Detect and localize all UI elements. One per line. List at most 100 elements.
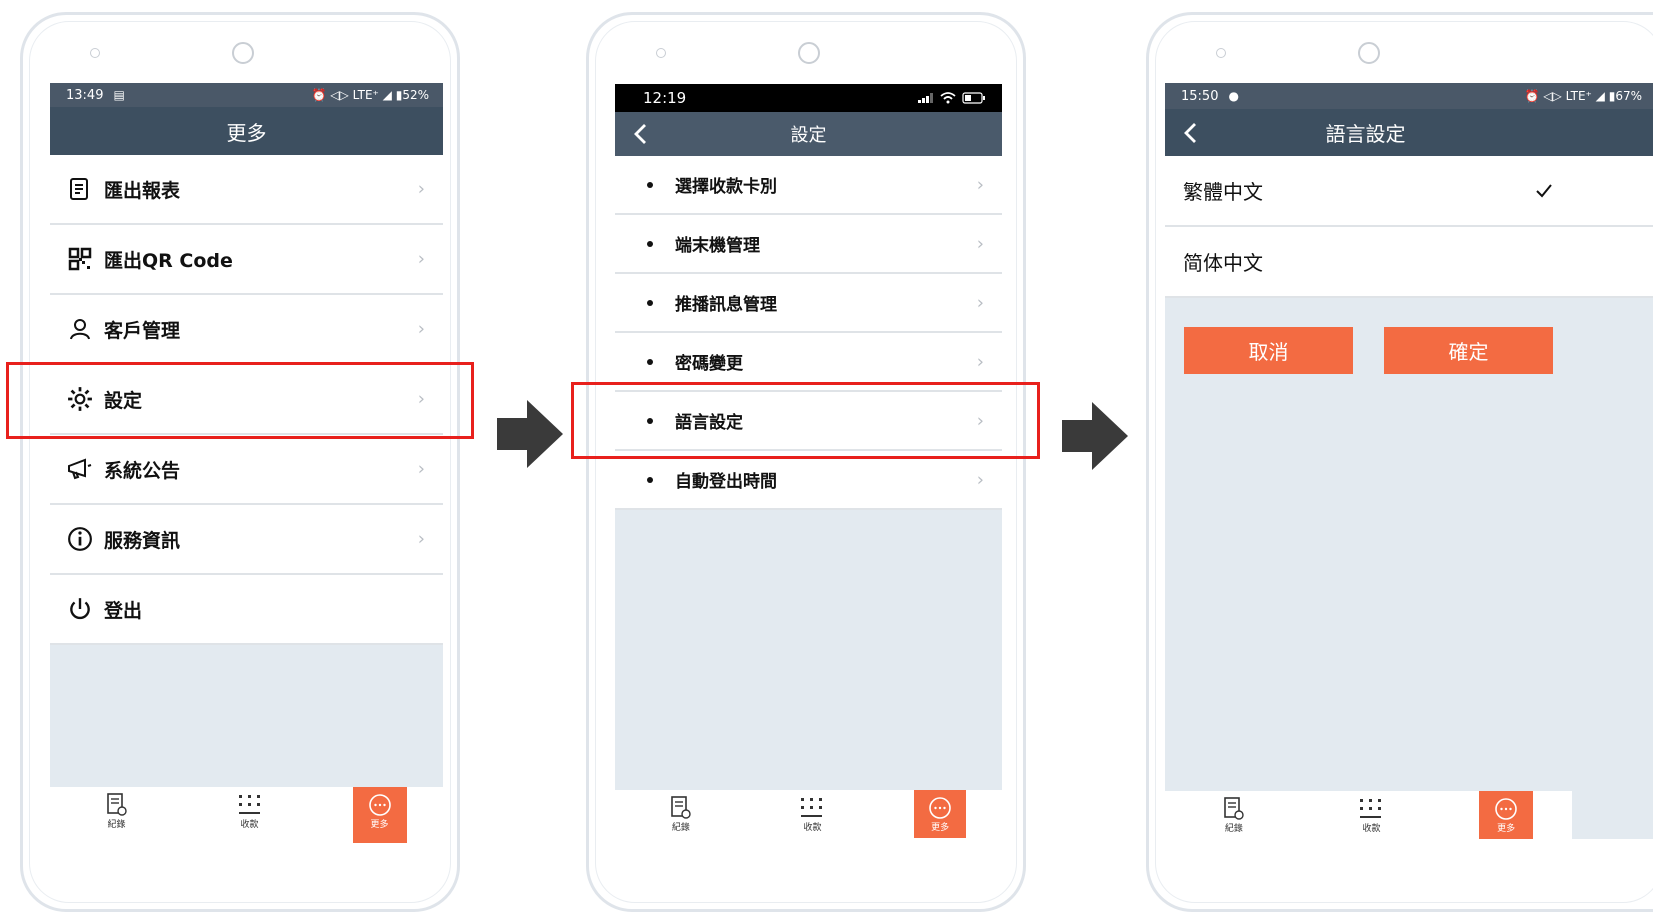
status-time: 13:49 [66,87,104,103]
back-button[interactable] [633,112,647,156]
phone-3: 15:50 ● ⏰ ◁▷ LTE⁺ ◢ ▮67% 語言設定 繁體中文 简体中文 … [1146,12,1653,912]
menu-item-label: 匯出QR Code [104,249,233,272]
chevron-right-icon: › [417,528,425,550]
info-icon [66,525,94,553]
phone-3-sensor [1216,48,1226,58]
arrow-right-icon [1062,402,1128,470]
keypad-icon [801,798,823,817]
tab-label: 紀錄 [1224,824,1243,834]
chevron-right-icon: › [417,248,425,270]
phone-2: 12:19 設定 選擇收款卡別 › 端末機管理 › 推播訊息管理 › 密碼變更 … [586,12,1026,912]
page-header: 語言設定 [1165,109,1653,156]
page-header: 設定 [615,112,1002,156]
menu-item-export-report[interactable]: 匯出報表 › [50,155,443,225]
chat-icon: ● [1228,89,1239,103]
bullet [647,299,653,306]
report-icon [66,175,94,203]
chevron-right-icon: › [417,178,425,200]
status-time: 15:50 [1181,88,1219,104]
tab-label: 收款 [803,823,822,833]
settings-item-card-type[interactable]: 選擇收款卡別 › [615,156,1002,215]
confirm-button[interactable]: 確定 [1384,327,1553,374]
language-option-simplified[interactable]: 简体中文 [1165,227,1653,298]
menu-item-label: 客戶管理 [104,319,181,342]
menu-item-logout[interactable]: 登出 [50,575,443,645]
phone-2-screen: 12:19 設定 選擇收款卡別 › 端末機管理 › 推播訊息管理 › 密碼變更 … [615,84,1002,838]
notification-icon: ▤ [113,88,125,102]
phone-1-screen: 13:49 ▤ ⏰ ◁▷ LTE⁺ ◢ ▮52% 更多 匯出報表 › 匯出QR … [50,83,443,843]
tab-records[interactable]: 紀錄 [1204,791,1264,834]
menu-item-label: 匯出報表 [104,179,181,202]
back-button[interactable] [1183,109,1197,156]
chevron-left-icon [1184,122,1196,143]
wifi-icon [940,92,956,104]
tab-more[interactable]: 更多 [914,790,967,838]
tab-payment[interactable]: 收款 [220,787,280,830]
chevron-right-icon: › [417,318,425,340]
tab-label: 更多 [1497,824,1516,834]
bullet [647,476,653,483]
receipt-icon [671,796,691,819]
chevron-right-icon: › [976,233,984,254]
battery-icon [962,92,985,104]
bullet [647,181,653,188]
more-icon [929,797,951,819]
keypad-icon [238,795,260,814]
phone-3-screen: 15:50 ● ⏰ ◁▷ LTE⁺ ◢ ▮67% 語言設定 繁體中文 简体中文 … [1165,83,1653,839]
menu-item-announcements[interactable]: 系統公告 › [50,435,443,505]
menu-item-customers[interactable]: 客戶管理 › [50,295,443,365]
checkmark-icon [1535,180,1553,204]
cancel-button[interactable]: 取消 [1184,327,1353,374]
bottom-tab-bar: 紀錄 收款 更多 [1165,791,1572,839]
megaphone-icon [66,455,94,483]
menu-item-export-qr[interactable]: 匯出QR Code › [50,225,443,295]
status-bar: 13:49 ▤ ⏰ ◁▷ LTE⁺ ◢ ▮52% [50,83,443,107]
menu-item-label: 登出 [104,599,143,622]
bullet [647,240,653,247]
settings-item-terminal[interactable]: 端末機管理 › [615,215,1002,274]
receipt-icon [106,793,127,816]
menu-item-label: 服務資訊 [104,529,181,552]
chevron-right-icon: › [417,458,425,480]
tab-payment[interactable]: 收款 [782,790,842,833]
phone-2-camera [798,42,820,64]
tab-label: 更多 [931,823,950,833]
page-title: 更多 [226,120,267,145]
settings-item-push[interactable]: 推播訊息管理 › [615,274,1002,333]
bottom-tab-bar: 紀錄 收款 更多 [615,790,1002,838]
page-header: 更多 [50,107,443,155]
status-bar: 15:50 ● ⏰ ◁▷ LTE⁺ ◢ ▮67% [1165,83,1653,109]
tab-more[interactable]: 更多 [1479,791,1534,839]
language-option-traditional[interactable]: 繁體中文 [1165,156,1653,227]
settings-item-auto-logout[interactable]: 自動登出時間 › [615,451,1002,510]
highlight-language [571,382,1040,459]
tab-records[interactable]: 紀錄 [87,787,147,830]
person-icon [66,315,94,343]
more-icon [368,794,391,816]
phone-1-sensor [90,48,100,58]
status-bar: 12:19 [615,84,1002,112]
settings-item-label: 推播訊息管理 [675,295,777,315]
more-icon [1495,798,1517,820]
chevron-left-icon [634,124,646,144]
tab-label: 收款 [1362,824,1381,834]
status-indicators [918,92,986,104]
chevron-right-icon: › [976,174,984,195]
tab-records[interactable]: 紀錄 [651,790,711,833]
power-icon [66,595,94,623]
language-option-label: 简体中文 [1183,251,1263,275]
language-option-list: 繁體中文 简体中文 [1165,156,1653,298]
receipt-icon [1224,797,1244,820]
status-indicators: ⏰ ◁▷ LTE⁺ ◢ ▮52% [311,88,429,102]
settings-item-label: 端末機管理 [675,236,760,256]
status-indicators: ⏰ ◁▷ LTE⁺ ◢ ▮67% [1524,89,1642,103]
phone-1-camera [232,42,254,64]
signal-icon [918,93,933,103]
tab-payment[interactable]: 收款 [1341,791,1401,834]
tab-more[interactable]: 更多 [352,787,407,843]
menu-item-service-info[interactable]: 服務資訊 › [50,505,443,575]
settings-item-label: 自動登出時間 [675,472,777,492]
keypad-icon [1360,799,1382,818]
status-time: 12:19 [643,89,687,107]
bullet [647,358,653,365]
